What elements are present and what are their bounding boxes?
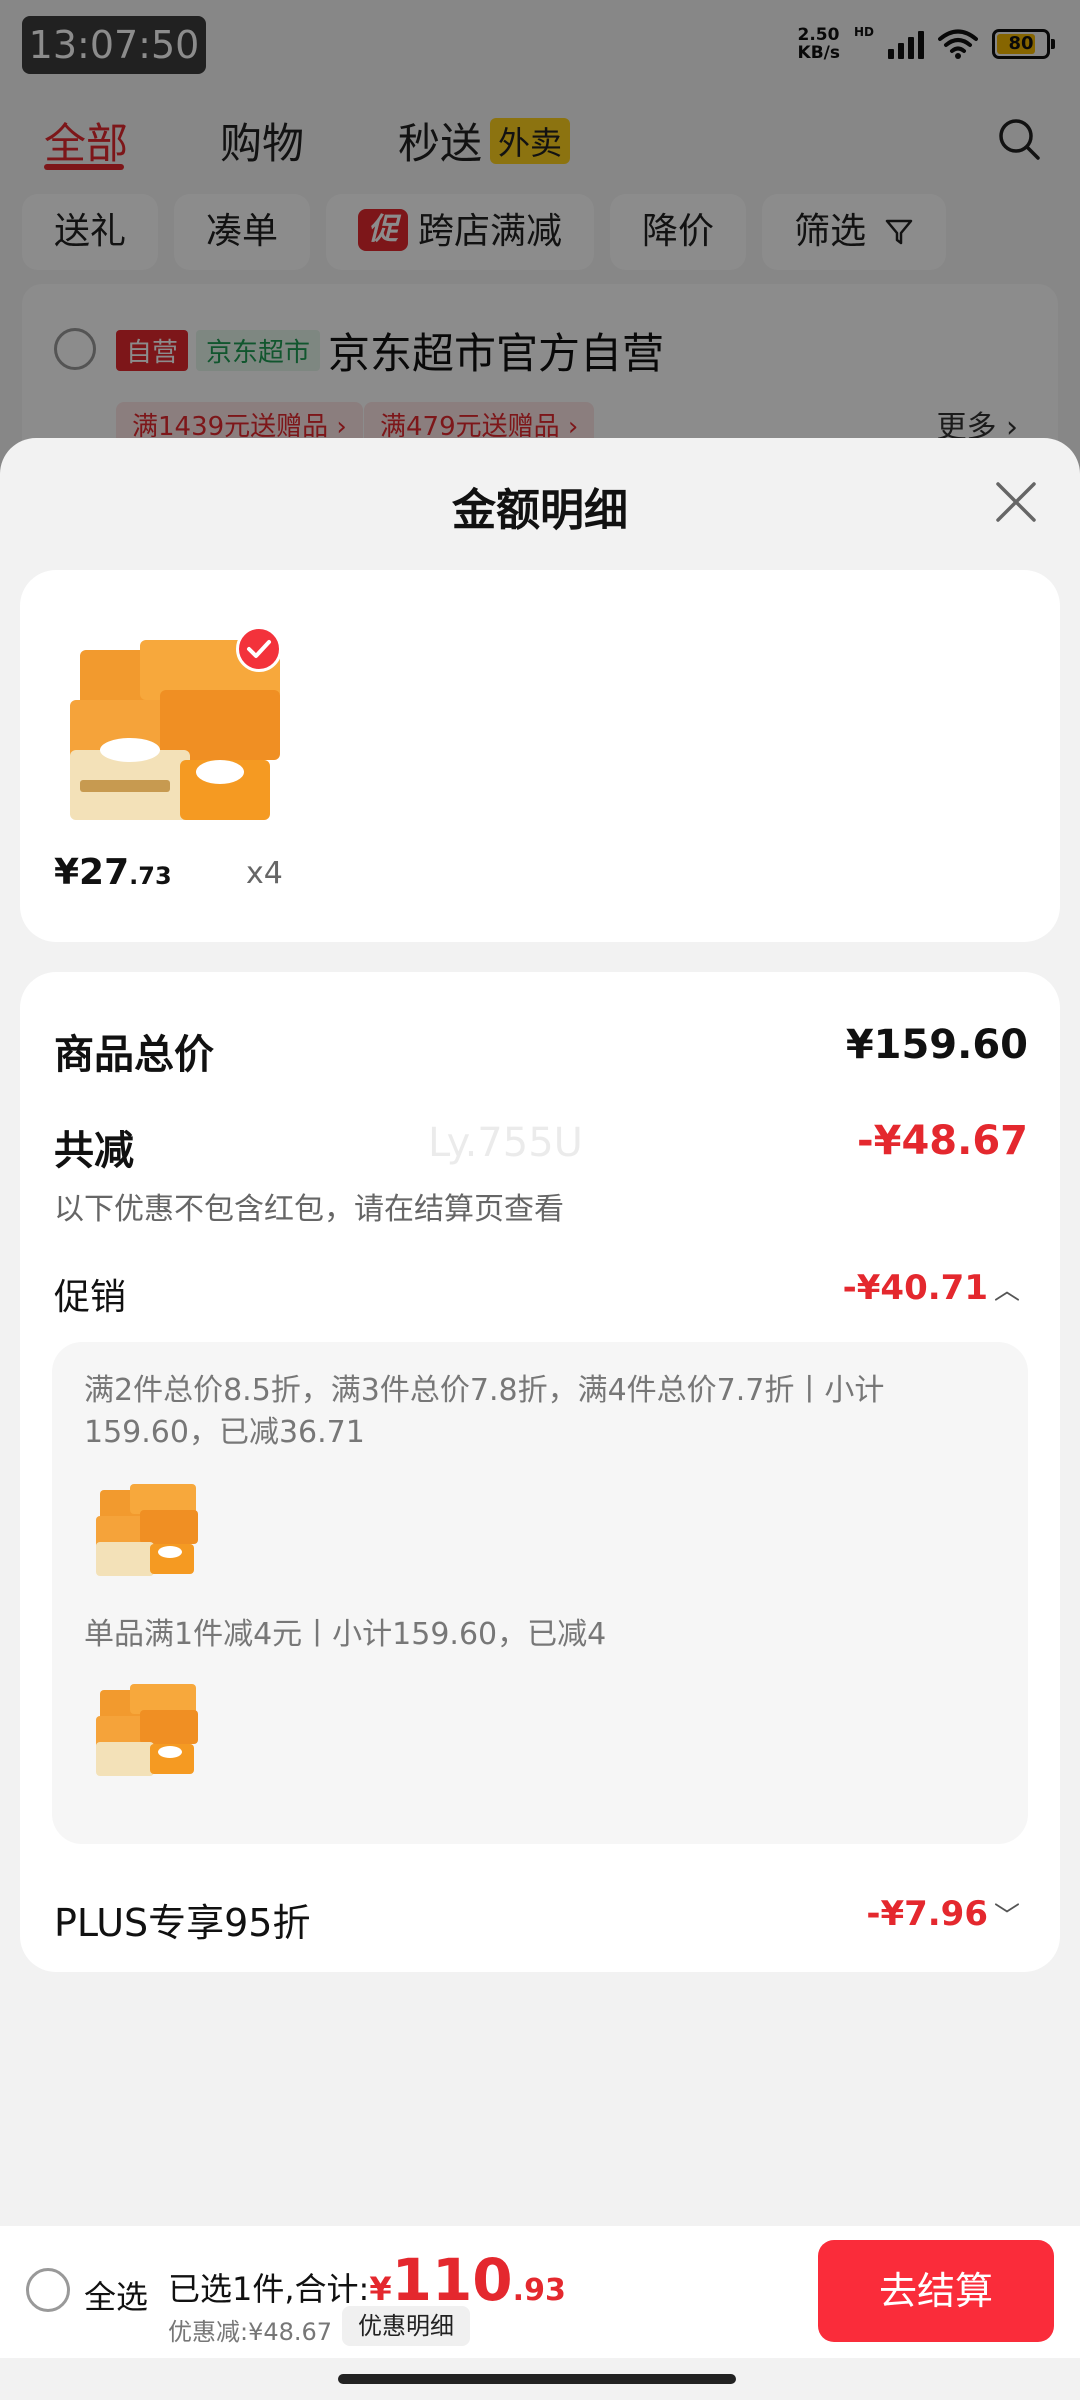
promotion-value: -¥40.71 bbox=[842, 1268, 988, 1308]
close-icon[interactable] bbox=[992, 478, 1040, 526]
reduce-note: 以下优惠不包含红包，请在结算页查看 bbox=[54, 1192, 564, 1227]
total-reduce-label: 共减 bbox=[54, 1128, 134, 1174]
promo-rule-text: 满2件总价8.5折，满3件总价7.8折，满4件总价7.7折丨小计159.60，已… bbox=[84, 1373, 885, 1450]
total-reduce-value: -¥48.67 bbox=[857, 1118, 1028, 1164]
selected-check-icon bbox=[236, 626, 282, 672]
total-amount: ¥110.93 bbox=[369, 2246, 566, 2314]
chevron-up-icon: ︿ bbox=[993, 1276, 1020, 1306]
selected-summary: 已选1件,合计:¥110.93 bbox=[168, 2246, 566, 2314]
promotion-details-box: 满2件总价8.5折，满3件总价7.8折，满4件总价7.7折丨小计159.60，已… bbox=[52, 1342, 1028, 1844]
goods-quantity: x4 bbox=[246, 856, 283, 891]
goods-card: ¥27.73 x4 bbox=[20, 570, 1060, 942]
promo-product-thumbnail bbox=[96, 1684, 198, 1776]
goods-price-dec: .73 bbox=[129, 862, 172, 890]
total-decimal: .93 bbox=[512, 2273, 566, 2308]
total-integer: 110 bbox=[391, 2246, 513, 2314]
total-price-value: ¥159.60 bbox=[845, 1022, 1028, 1068]
discount-summary: 优惠减:¥48.67 bbox=[168, 2318, 333, 2346]
promotion-label: 促销 bbox=[54, 1277, 127, 1318]
total-currency: ¥ bbox=[369, 2270, 392, 2308]
plus-discount-value: -¥7.96 bbox=[866, 1894, 988, 1934]
promo-product-thumbnail bbox=[96, 1484, 198, 1576]
amount-detail-sheet: 金额明细 ¥27.73 x4 商品总价 ¥159.60 共减 Ly.755U -… bbox=[0, 438, 1080, 2400]
select-all-radio[interactable] bbox=[26, 2268, 70, 2312]
discount-detail-button[interactable]: 优惠明细 bbox=[342, 2306, 470, 2346]
checkout-bar: 全选 已选1件,合计:¥110.93 优惠减:¥48.67 优惠明细 去结算 bbox=[0, 2226, 1080, 2358]
select-all-label[interactable]: 全选 bbox=[84, 2272, 148, 2318]
checkout-button[interactable]: 去结算 bbox=[818, 2240, 1054, 2342]
goods-unit-price: ¥27.73 bbox=[54, 852, 172, 893]
chevron-down-icon: ﹀ bbox=[993, 1902, 1020, 1932]
plus-discount-label: PLUS专享95折 bbox=[54, 1901, 311, 1945]
plus-discount-toggle[interactable]: -¥7.96 ﹀ bbox=[866, 1894, 1020, 1934]
promotion-toggle[interactable]: -¥40.71 ︿ bbox=[843, 1268, 1020, 1308]
total-price-label: 商品总价 bbox=[54, 1032, 214, 1078]
watermark-text: Ly.755U bbox=[428, 1120, 583, 1166]
goods-price-int: ¥27 bbox=[54, 852, 130, 893]
sheet-title: 金额明细 bbox=[452, 485, 628, 536]
price-detail-card: 商品总价 ¥159.60 共减 Ly.755U -¥48.67 以下优惠不包含红… bbox=[20, 972, 1060, 1972]
promo-rule-text: 单品满1件减4元丨小计159.60，已减4 bbox=[84, 1617, 607, 1652]
home-indicator[interactable] bbox=[338, 2374, 736, 2384]
summary-prefix: 已选1件,合计: bbox=[168, 2270, 370, 2308]
